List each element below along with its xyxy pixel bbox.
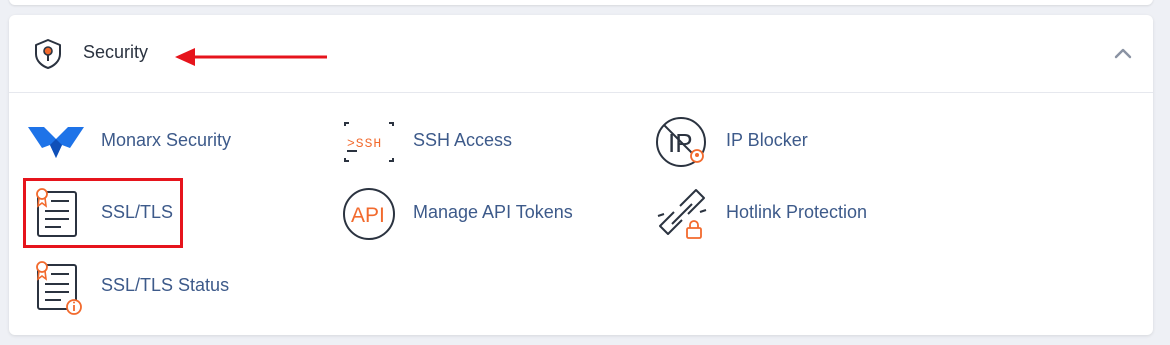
item-label: Monarx Security: [101, 130, 232, 150]
item-manage-api-tokens[interactable]: API Manage API Tokens: [339, 184, 589, 244]
monarx-logo-icon: [28, 127, 84, 158]
ip-blocker-icon: IP: [656, 117, 706, 167]
security-section-panel: Security Monarx Security >SSH SSH Access…: [9, 15, 1153, 335]
terminal-ssh-icon: >SSH: [344, 122, 394, 162]
api-icon-text: API: [351, 204, 385, 227]
broken-link-lock-icon: [657, 189, 707, 239]
item-label: Manage API Tokens: [413, 202, 573, 222]
shield-icon: [35, 39, 61, 69]
item-ssh-access[interactable]: >SSH SSH Access: [339, 112, 559, 172]
item-ip-blocker[interactable]: IP IP Blocker: [652, 112, 872, 172]
certificate-info-icon: [36, 261, 82, 315]
item-ssl-tls-status[interactable]: SSL/TLS Status: [26, 257, 236, 317]
item-label: Hotlink Protection: [726, 202, 868, 222]
item-hotlink-protection[interactable]: Hotlink Protection: [652, 184, 892, 244]
section-title: Security: [83, 42, 149, 62]
previous-section-card: [9, 0, 1153, 5]
item-monarx-security[interactable]: Monarx Security: [26, 112, 266, 172]
ssh-icon-text: >SSH: [347, 136, 382, 151]
annotation-highlight-box: [23, 178, 183, 248]
item-label: SSH Access: [413, 130, 513, 150]
api-circle-icon: API: [343, 188, 395, 240]
chevron-up-icon[interactable]: [1113, 45, 1133, 61]
item-label: IP Blocker: [726, 130, 808, 150]
item-label: SSL/TLS Status: [101, 275, 230, 295]
security-section-header[interactable]: Security: [9, 15, 1153, 93]
annotation-arrow: [175, 48, 327, 66]
ip-icon-text: IP: [668, 128, 693, 158]
